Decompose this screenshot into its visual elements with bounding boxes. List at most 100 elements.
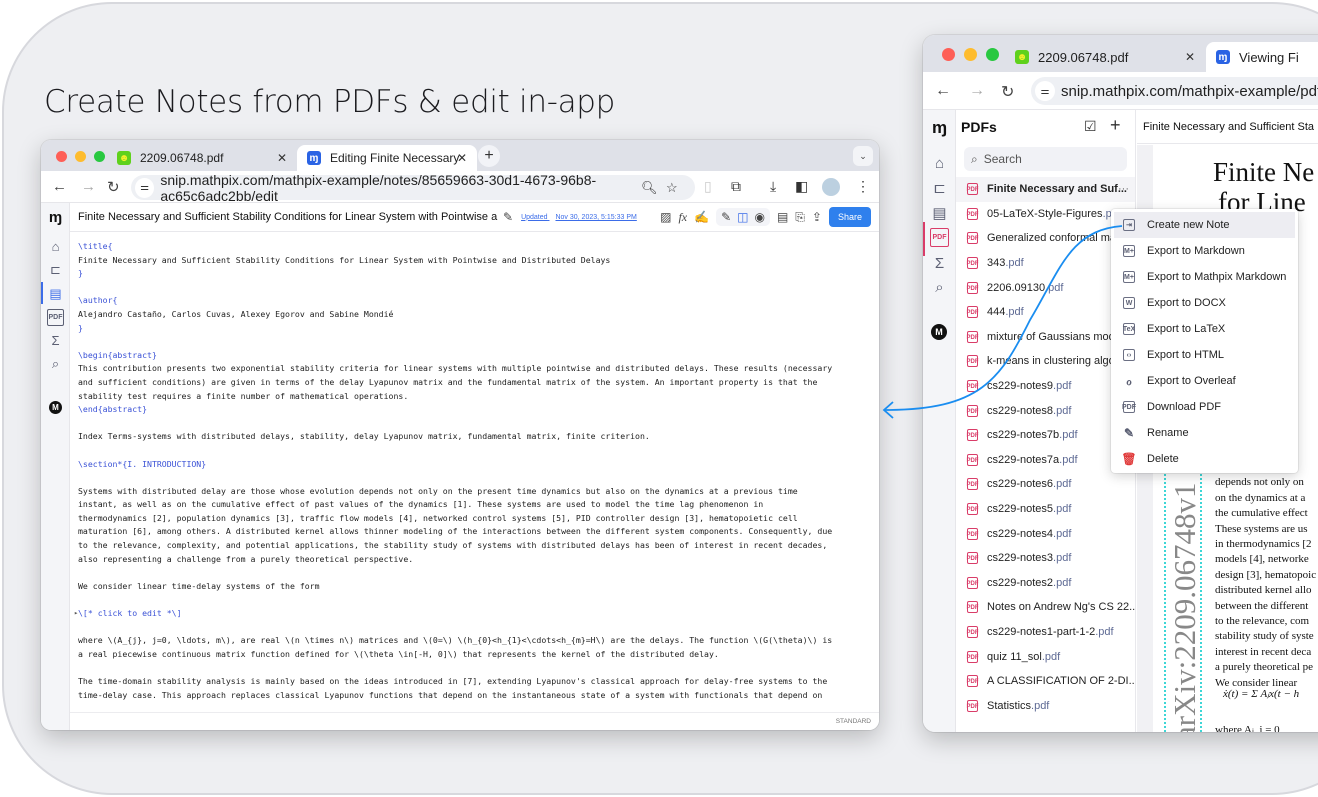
pdf-list-item[interactable]: PDF cs229-notes7b .pdf	[956, 423, 1135, 448]
document-icon[interactable]: ▤	[777, 210, 788, 224]
context-menu-item[interactable]: TeX Export to LaTeX	[1111, 316, 1298, 342]
close-window-button[interactable]	[942, 48, 955, 61]
download-icon[interactable]: ⤓	[770, 178, 776, 195]
sigma-snip-icon[interactable]: Σ	[930, 254, 949, 273]
pdf-list-item[interactable]: PDF cs229-notes6 .pdf	[956, 472, 1135, 497]
zoom-lens-icon[interactable]: 🔍︎	[641, 180, 658, 196]
select-checkbox-icon[interactable]: ☑	[1084, 118, 1097, 135]
edit-mode-icon[interactable]: ✎	[721, 210, 731, 224]
user-avatar[interactable]: M	[931, 324, 947, 340]
url-field[interactable]: ⚌ snip.mathpix.com/mathpix-example/pdfs/…	[1031, 77, 1318, 105]
close-tab-icon[interactable]: ✕	[1185, 50, 1195, 64]
pdf-list-item[interactable]: PDF Generalized conformal maps	[956, 226, 1135, 251]
pdf-list-item[interactable]: PDF Finite Necessary and Suf... ···	[956, 177, 1135, 202]
pdf-list-item[interactable]: PDF cs229-notes8 .pdf	[956, 398, 1135, 423]
tab-pdf[interactable]: ☻ 2209.06748.pdf ✕	[107, 145, 297, 171]
forward-arrow-icon[interactable]: →	[81, 178, 96, 195]
handwriting-icon[interactable]: ✍	[694, 210, 709, 224]
close-window-button[interactable]	[56, 151, 67, 162]
user-avatar[interactable]: M	[49, 401, 62, 414]
pdf-list-item[interactable]: PDF cs229-notes2 .pdf	[956, 571, 1135, 596]
pdf-list-item[interactable]: PDF quiz 11_sol .pdf	[956, 644, 1135, 669]
note-title[interactable]: Finite Necessary and Sufficient Stabilit…	[78, 211, 498, 223]
context-menu-item[interactable]: ℴ Export to Overleaf	[1111, 368, 1298, 394]
document-search-icon[interactable]: ⌕	[47, 355, 64, 372]
preview-eye-icon[interactable]: ◉	[754, 210, 764, 224]
url-field[interactable]: ⚌ snip.mathpix.com/mathpix-example/notes…	[131, 172, 695, 204]
context-menu-item[interactable]: ‹› Export to HTML	[1111, 342, 1298, 368]
pdf-list-item[interactable]: PDF Statistics .pdf	[956, 693, 1135, 718]
more-menu-icon[interactable]: ⋮	[856, 178, 870, 195]
formula-fx-icon[interactable]: fx	[678, 210, 687, 225]
home-icon[interactable]: ⌂	[47, 238, 64, 255]
context-menu-item[interactable]: M+ Export to Mathpix Markdown	[1111, 264, 1298, 290]
pdf-list-item[interactable]: PDF 444 .pdf	[956, 300, 1135, 325]
home-icon[interactable]: ⌂	[930, 154, 949, 173]
pdf-list-item[interactable]: PDF 2206.09130 .pdf	[956, 275, 1135, 300]
pdf-list-item[interactable]: PDF cs229-notes9 .pdf	[956, 374, 1135, 399]
collapse-arrow-icon[interactable]: ▸	[74, 607, 78, 621]
edit-title-icon[interactable]: ✎	[503, 210, 513, 224]
new-tab-button[interactable]: +	[478, 145, 500, 167]
context-menu-item[interactable]: ✎ Rename	[1111, 420, 1298, 446]
mathpix-logo-icon[interactable]: ɱ	[930, 118, 949, 137]
tab-search-chevron-icon[interactable]: ⌄	[853, 146, 873, 166]
image-icon[interactable]: ▨	[660, 210, 671, 224]
latex-editor[interactable]: \title{ Finite Necessary and Sufficient …	[70, 233, 879, 730]
tree-folders-icon[interactable]: ⊏	[930, 178, 949, 197]
more-options-icon[interactable]: ···	[1118, 183, 1129, 195]
side-panel-icon[interactable]: ◧	[795, 178, 808, 195]
tab-viewing-pdf[interactable]: ɱ Viewing Fi	[1206, 42, 1318, 72]
pdf-list-item[interactable]: PDF cs229-notes4 .pdf	[956, 521, 1135, 546]
pdf-search-input[interactable]: ⌕ Search	[964, 147, 1127, 171]
add-pdf-icon[interactable]: +	[1110, 115, 1121, 136]
pdf-list-item[interactable]: PDF 343 .pdf	[956, 251, 1135, 276]
site-settings-icon[interactable]: ⚌	[135, 177, 155, 198]
export-upload-icon[interactable]: ⇪	[812, 210, 822, 224]
context-menu-item[interactable]: W Export to DOCX	[1111, 290, 1298, 316]
pdf-list-item[interactable]: PDF mixture of Gaussians model	[956, 325, 1135, 350]
math-block-click-to-edit[interactable]: ▸ \[* click to edit *\]	[74, 607, 871, 621]
context-menu-item[interactable]: M+ Export to Markdown	[1111, 238, 1298, 264]
tab-pdf[interactable]: ☻ 2209.06748.pdf ✕	[1005, 42, 1205, 72]
pdf-list-item[interactable]: PDF Notes on Andrew Ng's CS 22...	[956, 595, 1135, 620]
back-arrow-icon[interactable]: ←	[52, 178, 67, 195]
context-menu-item[interactable]: ⇥ Create new Note	[1114, 212, 1295, 238]
pdf-list-item[interactable]: PDF k-means in clustering algorit	[956, 349, 1135, 374]
pdf-list-item[interactable]: PDF cs229-notes7a .pdf	[956, 448, 1135, 473]
notes-document-icon[interactable]: ▤	[47, 285, 64, 302]
pdf-list-item[interactable]: PDF05-LaTeX-Style-Figures.pdf	[956, 202, 1135, 227]
maximize-window-button[interactable]	[94, 151, 105, 162]
pdf-icon[interactable]: PDF	[47, 309, 64, 326]
context-menu-item[interactable]: 🗑︎ Delete	[1111, 446, 1298, 472]
close-tab-icon[interactable]: ✕	[277, 151, 287, 165]
close-tab-icon[interactable]: ✕	[457, 151, 467, 165]
reload-icon[interactable]: ↻	[1001, 82, 1014, 102]
profile-avatar[interactable]	[822, 178, 840, 196]
pdf-list-item[interactable]: PDF cs229-notes3 .pdf	[956, 546, 1135, 571]
minimize-window-button[interactable]	[75, 151, 86, 162]
forward-arrow-icon[interactable]: →	[969, 82, 985, 100]
extension-icon[interactable]: ▯	[704, 178, 712, 195]
pdf-list-item[interactable]: PDF cs229-notes1-part-1-2 .pdf	[956, 620, 1135, 645]
share-button[interactable]: Share	[828, 207, 871, 227]
mathpix-logo-icon[interactable]: ɱ	[47, 209, 64, 226]
pdf-list-item[interactable]: PDF cs229-notes5 .pdf	[956, 497, 1135, 522]
maximize-window-button[interactable]	[986, 48, 999, 61]
minimize-window-button[interactable]	[964, 48, 977, 61]
context-menu-item[interactable]: PDF Download PDF	[1111, 394, 1298, 420]
tab-editing-note[interactable]: ɱ Editing Finite Necessary and ✕	[297, 145, 477, 171]
notes-document-icon[interactable]: ▤	[930, 203, 949, 222]
reload-icon[interactable]: ↻	[107, 178, 120, 196]
bookmark-star-icon[interactable]: ☆	[666, 180, 678, 196]
move-folder-icon[interactable]: ⎘	[795, 210, 805, 225]
sigma-snip-icon[interactable]: Σ	[47, 332, 64, 349]
pdf-list-item[interactable]: PDF A CLASSIFICATION OF 2-DI...	[956, 669, 1135, 694]
puzzle-extensions-icon[interactable]: ⧉	[731, 178, 741, 195]
pdf-icon[interactable]: PDF	[930, 228, 949, 247]
back-arrow-icon[interactable]: ←	[935, 82, 951, 100]
document-search-icon[interactable]: ⌕	[930, 278, 949, 297]
site-settings-icon[interactable]: ⚌	[1035, 81, 1055, 101]
split-view-icon[interactable]: ◫	[737, 210, 748, 224]
tree-folders-icon[interactable]: ⊏	[47, 261, 64, 278]
